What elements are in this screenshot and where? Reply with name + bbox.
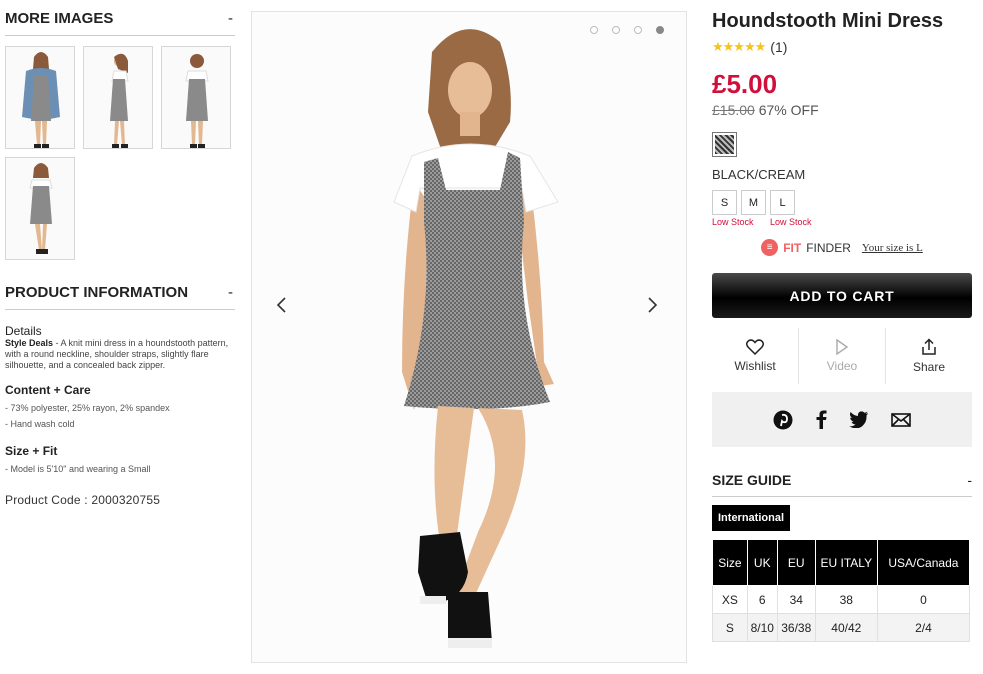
heart-icon xyxy=(746,339,764,355)
table-row: S 8/10 36/38 40/42 2/4 xyxy=(712,613,971,642)
play-icon xyxy=(836,339,849,355)
table-cell: XS xyxy=(712,585,748,614)
thumbnail-1[interactable] xyxy=(5,46,75,149)
size-selector: S Low Stock M L Low Stock xyxy=(712,190,972,227)
wishlist-label: Wishlist xyxy=(734,359,776,373)
table-row: XS 6 34 38 0 xyxy=(712,585,971,614)
column-header: Size xyxy=(712,539,748,586)
details-title: Details xyxy=(5,324,42,338)
collapse-icon[interactable]: - xyxy=(228,284,235,301)
size-guide-title: SIZE GUIDE xyxy=(712,472,792,488)
table-cell: 8/10 xyxy=(746,613,778,642)
size-option: M xyxy=(741,190,766,227)
content-care-line: - 73% polyester, 25% rayon, 2% spandex xyxy=(5,403,170,413)
carousel-dot[interactable] xyxy=(634,26,642,34)
size-option: S Low Stock xyxy=(712,190,754,227)
product-information-section: PRODUCT INFORMATION - Details Style Deal… xyxy=(5,284,235,507)
collapse-icon[interactable]: - xyxy=(228,10,235,27)
size-fit-title: Size + Fit xyxy=(5,444,58,458)
fit-finder-logo-icon: ≡ xyxy=(761,239,779,256)
color-name: BLACK/CREAM xyxy=(712,167,806,182)
carousel-dot-active[interactable] xyxy=(656,26,664,34)
size-option: L Low Stock xyxy=(770,190,812,227)
pinterest-icon[interactable] xyxy=(773,410,793,430)
table-cell: 38 xyxy=(814,585,878,614)
column-header: USA/Canada xyxy=(876,539,971,586)
table-cell: 6 xyxy=(746,585,778,614)
twitter-icon[interactable] xyxy=(849,411,869,428)
table-cell: 0 xyxy=(876,585,971,614)
discount-label: 67% OFF xyxy=(754,102,819,118)
collapse-icon[interactable]: - xyxy=(967,472,972,488)
review-count[interactable]: (1) xyxy=(770,39,787,55)
carousel-dot[interactable] xyxy=(590,26,598,34)
wishlist-button[interactable]: Wishlist xyxy=(712,328,799,384)
product-information-header[interactable]: PRODUCT INFORMATION - xyxy=(5,284,235,310)
size-fit-line: - Model is 5'10" and wearing a Small xyxy=(5,464,151,474)
houndstooth-swatch-icon xyxy=(715,135,734,154)
fit-finder[interactable]: ≡ FIT FINDER Your size is L xyxy=(712,239,972,256)
column-header: EU xyxy=(776,539,816,586)
thumbnail-grid xyxy=(5,46,235,260)
thumbnail-4[interactable] xyxy=(5,157,75,260)
table-cell: 34 xyxy=(776,585,816,614)
more-images-title: MORE IMAGES xyxy=(5,10,114,27)
size-button-s[interactable]: S xyxy=(712,190,737,215)
share-button[interactable]: Share xyxy=(886,328,972,384)
table-cell: 36/38 xyxy=(776,613,816,642)
column-header: EU ITALY xyxy=(814,539,878,586)
details-lead: Style Deals xyxy=(5,338,54,348)
size-button-m[interactable]: M xyxy=(741,190,766,215)
main-product-image[interactable] xyxy=(251,11,687,663)
social-share-bar xyxy=(712,392,972,447)
color-swatch[interactable] xyxy=(712,132,737,157)
fit-finder-brand: FIT xyxy=(783,240,802,255)
email-icon[interactable] xyxy=(891,412,911,427)
product-actions: Wishlist Video Share xyxy=(712,328,972,384)
content-care-title: Content + Care xyxy=(5,383,91,397)
rating[interactable]: ★★★★★ (1) xyxy=(712,39,972,55)
fit-finder-label: FINDER xyxy=(806,240,851,255)
sale-price: £5.00 xyxy=(712,69,778,99)
star-rating-icon: ★★★★★ xyxy=(712,39,766,54)
thumbnail-2[interactable] xyxy=(83,46,153,149)
add-to-cart-button[interactable]: ADD TO CART xyxy=(712,273,972,318)
table-cell: 2/4 xyxy=(876,613,971,642)
your-size-link[interactable]: Your size is L xyxy=(862,242,923,254)
product-details-panel: Houndstooth Mini Dress ★★★★★ (1) £5.00 £… xyxy=(712,10,972,642)
video-button[interactable]: Video xyxy=(799,328,886,384)
product-code: Product Code : 2000320755 xyxy=(5,493,161,507)
original-price: £15.00 67% OFF xyxy=(712,102,972,118)
video-label: Video xyxy=(826,359,858,373)
carousel-dot[interactable] xyxy=(612,26,620,34)
product-information-title: PRODUCT INFORMATION xyxy=(5,284,189,301)
carousel-dots xyxy=(590,26,664,34)
tab-international[interactable]: International xyxy=(712,505,791,531)
size-button-l[interactable]: L xyxy=(770,190,795,215)
facebook-icon[interactable] xyxy=(815,410,827,430)
chevron-right-icon[interactable] xyxy=(642,290,664,320)
details-text: Style Deals - A knit mini dress in a hou… xyxy=(5,338,235,371)
more-images-header[interactable]: MORE IMAGES - xyxy=(5,10,235,36)
low-stock-label: Low Stock xyxy=(712,217,754,227)
table-header-row: Size UK EU EU ITALY USA/Canada xyxy=(712,539,971,586)
model-photo xyxy=(393,29,559,648)
content-care-line: - Hand wash cold xyxy=(5,419,75,429)
was-price: £15.00 xyxy=(712,102,755,118)
size-guide-table: Size UK EU EU ITALY USA/Canada XS 6 34 3… xyxy=(712,539,971,642)
share-icon xyxy=(922,338,936,355)
column-header: UK xyxy=(746,539,778,586)
more-images-section: MORE IMAGES - xyxy=(5,10,235,260)
low-stock-label: Low Stock xyxy=(770,217,812,227)
size-guide-header[interactable]: SIZE GUIDE - xyxy=(712,472,972,497)
share-label: Share xyxy=(912,360,946,374)
chevron-left-icon[interactable] xyxy=(270,290,292,320)
table-cell: 40/42 xyxy=(814,613,878,642)
thumbnail-3[interactable] xyxy=(161,46,231,149)
product-title: Houndstooth Mini Dress xyxy=(712,10,944,32)
table-cell: S xyxy=(712,613,748,642)
